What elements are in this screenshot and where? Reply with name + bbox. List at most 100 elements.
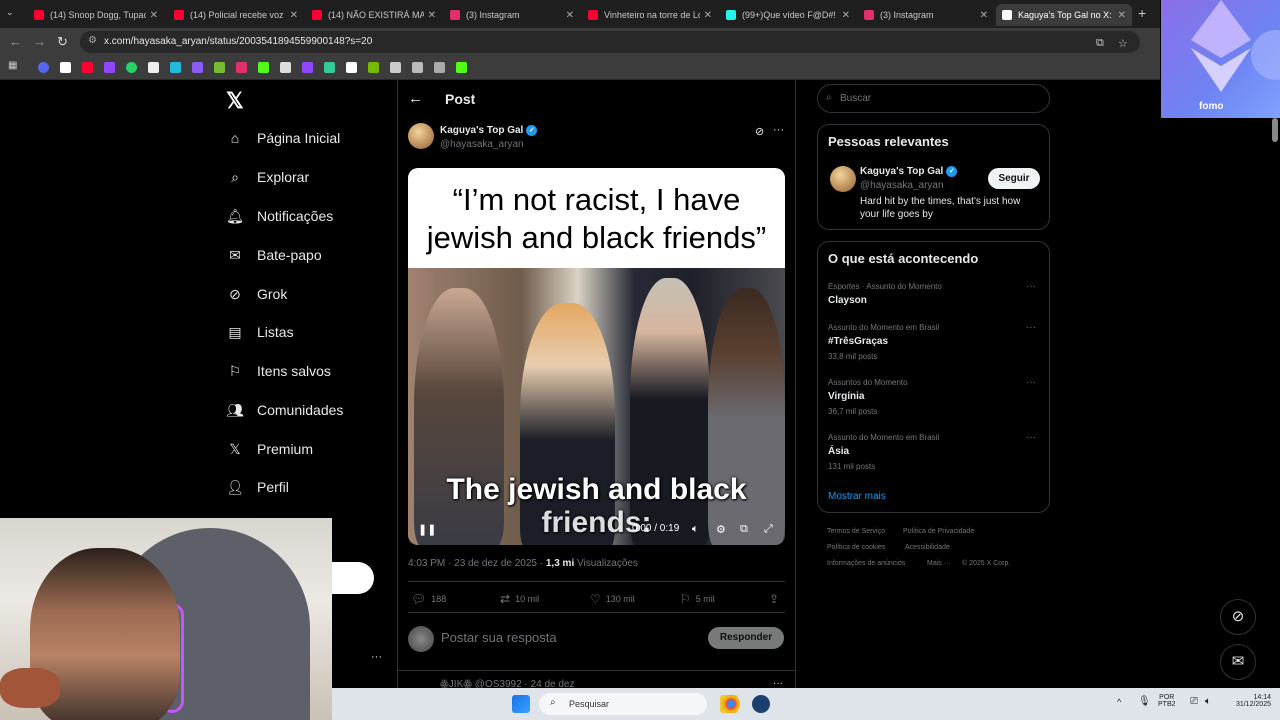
browser-tab[interactable]: (99+)Que vídeo F@D#! 👏 ✕ bbox=[720, 4, 856, 26]
bookmark-icon-15[interactable] bbox=[346, 62, 357, 73]
tray-chevron-icon[interactable]: ^ bbox=[1117, 697, 1121, 707]
footer-privacy[interactable]: Política de Privacidade bbox=[903, 528, 974, 535]
close-tab-icon[interactable]: ✕ bbox=[566, 10, 574, 21]
browser-tab[interactable]: (14) Snoop Dogg, Tupac ✕ bbox=[28, 4, 164, 26]
trend-more-icon[interactable]: ··· bbox=[1026, 281, 1036, 292]
address-bar[interactable]: ⚙ x.com/hayasaka_aryan/status/2003541894… bbox=[80, 31, 1140, 53]
browser-tab[interactable]: Kaguya's Top Gal no X: ✕ bbox=[996, 4, 1132, 26]
pip-icon[interactable]: ⧉ bbox=[740, 523, 748, 536]
post-timestamp[interactable]: 4:03 PM · 23 de dez de 2025 · bbox=[408, 558, 546, 569]
repost-stat[interactable]: ⇄ 10 mil bbox=[500, 592, 539, 606]
reload-icon[interactable]: ↻ bbox=[57, 34, 68, 50]
footer-cookies[interactable]: Política de cookies bbox=[827, 544, 885, 551]
bookmark-star-icon[interactable]: ☆ bbox=[1118, 37, 1128, 50]
browser-tab[interactable]: (3) Instagram ✕ bbox=[858, 4, 994, 26]
tab-search-icon[interactable]: ⌄ bbox=[6, 7, 14, 18]
post-video[interactable]: “I’m not racist, I have jewish and black… bbox=[408, 168, 785, 545]
microphone-icon[interactable]: 🎙︎ bbox=[1138, 696, 1151, 707]
pause-icon[interactable]: ❚❚ bbox=[418, 523, 436, 536]
bookmark-icon-8[interactable] bbox=[192, 62, 203, 73]
trend-more-icon[interactable]: ··· bbox=[1026, 322, 1036, 333]
nav-item[interactable]: ⌕ Explorar bbox=[226, 168, 309, 186]
settings-icon[interactable]: ⚙ bbox=[716, 523, 726, 536]
close-tab-icon[interactable]: ✕ bbox=[704, 10, 712, 21]
nav-item[interactable]: ✉ Bate-papo bbox=[226, 246, 321, 264]
back-icon[interactable]: ← bbox=[9, 34, 22, 49]
bookmark-icon-13[interactable] bbox=[302, 62, 313, 73]
browser-tab[interactable]: (14) Policial recebe voz de ✕ bbox=[168, 4, 304, 26]
browser-tab[interactable]: (3) Instagram ✕ bbox=[444, 4, 580, 26]
close-tab-icon[interactable]: ✕ bbox=[842, 10, 850, 21]
browser-tab[interactable]: Vinheteiro na torre de Lo ✕ bbox=[582, 4, 718, 26]
footer-accessibility[interactable]: Acessibilidade bbox=[905, 544, 950, 551]
bookmark-icon-19[interactable] bbox=[434, 62, 445, 73]
follow-button[interactable]: Seguir bbox=[988, 168, 1040, 189]
nav-item[interactable]: 👥︎ Comunidades bbox=[226, 401, 343, 419]
account-more-icon[interactable]: ··· bbox=[371, 651, 382, 663]
nav-item[interactable]: ▤ Listas bbox=[226, 323, 293, 341]
bookmark-icon-9[interactable] bbox=[214, 62, 225, 73]
share-stat[interactable]: ⇪ bbox=[769, 592, 784, 606]
bookmark-x-icon[interactable] bbox=[60, 62, 71, 73]
volume-icon[interactable]: 🔈︎ bbox=[692, 523, 699, 536]
nav-item[interactable]: 👤︎ Perfil bbox=[226, 478, 289, 496]
show-more-link[interactable]: Mostrar mais bbox=[828, 491, 886, 502]
relevant-avatar[interactable] bbox=[830, 166, 856, 192]
close-tab-icon[interactable]: ✕ bbox=[980, 10, 988, 21]
scrollbar-thumb[interactable] bbox=[1272, 118, 1278, 142]
messages-fab-icon[interactable]: ✉ bbox=[1220, 644, 1256, 680]
bookmark-whatsapp-icon[interactable] bbox=[126, 62, 137, 73]
trend-more-icon[interactable]: ··· bbox=[1026, 377, 1036, 388]
author-name[interactable]: Kaguya's Top Gal ✓ bbox=[440, 125, 538, 136]
fullscreen-icon[interactable]: ⤢ bbox=[764, 523, 773, 536]
close-tab-icon[interactable]: ✕ bbox=[290, 10, 298, 21]
nav-item[interactable]: ⚐ Itens salvos bbox=[226, 362, 331, 380]
close-tab-icon[interactable]: ✕ bbox=[150, 10, 158, 21]
site-info-icon[interactable]: ⚙ bbox=[88, 35, 97, 46]
author-handle[interactable]: @hayasaka_aryan bbox=[440, 139, 524, 150]
bookmark-icon-17[interactable] bbox=[390, 62, 401, 73]
nav-item[interactable]: 𝕏 Premium bbox=[226, 440, 313, 458]
bookmark-icon-1[interactable] bbox=[38, 62, 49, 73]
post-button-partial[interactable] bbox=[332, 562, 374, 594]
nav-item[interactable]: ⌂ Página Inicial bbox=[226, 129, 341, 147]
grok-explain-icon[interactable]: ⊘ bbox=[755, 125, 764, 138]
apps-icon[interactable]: ▦ bbox=[8, 60, 19, 71]
language-indicator[interactable]: POR PTB2 bbox=[1158, 694, 1176, 708]
close-tab-icon[interactable]: ✕ bbox=[1118, 10, 1126, 21]
reply-stat[interactable]: 💬︎ 188 bbox=[411, 592, 446, 606]
like-stat[interactable]: ♡ 130 mil bbox=[590, 592, 635, 606]
bookmark-icon-18[interactable] bbox=[412, 62, 423, 73]
footer-terms[interactable]: Termos de Serviço bbox=[827, 528, 885, 535]
install-icon[interactable]: ⧉ bbox=[1096, 37, 1104, 50]
taskbar-search[interactable]: ⌕ Pesquisar bbox=[539, 693, 707, 715]
volume-icon[interactable]: 🔈︎ bbox=[1205, 696, 1211, 707]
bookmark-stat[interactable]: ⚐ 5 mil bbox=[680, 592, 715, 606]
author-avatar[interactable] bbox=[408, 123, 434, 149]
reply-button[interactable]: Responder bbox=[708, 627, 784, 649]
bookmark-nvidia-icon[interactable] bbox=[368, 62, 379, 73]
bookmark-instagram-icon[interactable] bbox=[236, 62, 247, 73]
bookmark-youtube-icon[interactable] bbox=[82, 62, 93, 73]
search-input[interactable]: ⌕ Buscar bbox=[817, 84, 1050, 113]
bookmark-twitch-icon[interactable] bbox=[104, 62, 115, 73]
bookmark-icon-14[interactable] bbox=[324, 62, 335, 73]
more-options-icon[interactable]: ··· bbox=[773, 124, 784, 136]
bookmark-kick-icon[interactable] bbox=[258, 62, 269, 73]
windows-start-icon[interactable] bbox=[512, 695, 530, 713]
bookmark-icon-12[interactable] bbox=[280, 62, 291, 73]
footer-ads[interactable]: Informações de anúncios bbox=[827, 560, 905, 567]
relevant-name[interactable]: Kaguya's Top Gal ✓ bbox=[860, 166, 958, 177]
bookmark-kick-icon-2[interactable] bbox=[456, 62, 467, 73]
reply-input[interactable]: Postar sua resposta bbox=[441, 630, 557, 645]
bookmark-icon-7[interactable] bbox=[170, 62, 181, 73]
display-icon[interactable]: ⎚ bbox=[1190, 696, 1198, 707]
footer-more[interactable]: Mais ··· bbox=[927, 560, 951, 567]
trend-more-icon[interactable]: ··· bbox=[1026, 432, 1036, 443]
relevant-handle[interactable]: @hayasaka_aryan bbox=[860, 180, 944, 191]
x-logo-icon[interactable]: 𝕏 bbox=[226, 88, 244, 114]
grok-fab-icon[interactable]: ⊘ bbox=[1220, 599, 1256, 635]
new-tab-button[interactable]: + bbox=[1138, 5, 1146, 21]
close-tab-icon[interactable]: ✕ bbox=[428, 10, 436, 21]
clock[interactable]: 14:14 31/12/2025 bbox=[1231, 694, 1271, 708]
